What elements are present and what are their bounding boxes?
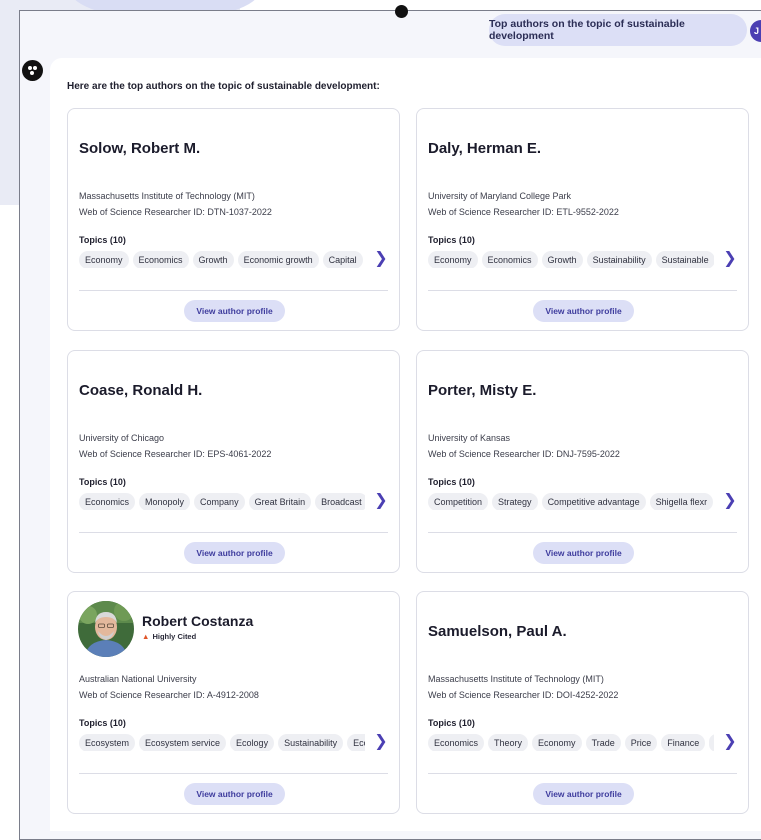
chevron-right-icon[interactable]: ❯ (721, 731, 739, 753)
topic-chip[interactable]: Strategy (492, 493, 538, 510)
researcher-id: Web of Science Researcher ID: ETL-9552-2… (428, 207, 619, 217)
assistant-icon (22, 60, 43, 81)
topic-chip[interactable]: Economics (132, 251, 189, 268)
topics-list: Economy Economics Growth Economic growth Cap… (79, 250, 365, 268)
author-name[interactable]: Solow, Robert M. (79, 140, 200, 157)
view-author-profile-button[interactable]: View author profile (533, 542, 634, 564)
researcher-id: Web of Science Researcher ID: DNJ-7595-2… (428, 449, 620, 459)
topic-chip[interactable]: Shigella flexr (649, 493, 714, 510)
author-card: Porter, Misty E. University of Kansas We… (416, 350, 749, 573)
topic-chip[interactable]: Ecosystem (79, 734, 136, 751)
author-card: Samuelson, Paul A. Massachusetts Institu… (416, 591, 749, 814)
author-affiliation: Massachusetts Institute of Technology (M… (79, 191, 255, 201)
highly-cited-badge: ▲ Highly Cited (142, 632, 196, 641)
highly-cited-label: Highly Cited (152, 632, 197, 641)
author-affiliation: University of Chicago (79, 433, 165, 443)
topic-chip[interactable]: Economy (428, 251, 478, 268)
topic-chip[interactable]: Sustainable (655, 251, 714, 268)
topic-chip[interactable]: Finance (661, 734, 706, 751)
divider (428, 290, 737, 291)
divider (428, 532, 737, 533)
topic-chip[interactable]: Economy (532, 734, 582, 751)
topic-chip[interactable]: Sustainability (586, 251, 652, 268)
author-affiliation: University of Kansas (428, 433, 511, 443)
author-card: Coase, Ronald H. University of Chicago W… (67, 350, 400, 573)
view-author-profile-button[interactable]: View author profile (184, 300, 285, 322)
topic-chip[interactable]: Capital (322, 251, 363, 268)
author-affiliation: Australian National University (79, 674, 197, 684)
topic-chip[interactable]: Trade (585, 734, 621, 751)
topics-label: Topics (10) (428, 477, 475, 487)
trophy-icon: ▲ (142, 632, 150, 641)
topic-chip[interactable]: Competitive advantage (541, 493, 646, 510)
topics-list: Competition Strategy Competitive advantage… (428, 492, 714, 510)
author-photo[interactable] (78, 601, 134, 657)
chevron-right-icon[interactable]: ❯ (372, 248, 390, 270)
topic-chip[interactable]: Ecology (230, 734, 275, 751)
topic-chip[interactable]: Ecosystem service (139, 734, 227, 751)
topics-label: Topics (10) (428, 718, 475, 728)
topic-chip[interactable]: Economics (428, 734, 485, 751)
author-card: Robert Costanza ▲ Highly Cited Australian… (67, 591, 400, 814)
topic-chip[interactable]: Monopoly (139, 493, 191, 510)
topics-label: Topics (10) (79, 718, 126, 728)
topics-label: Topics (10) (428, 235, 475, 245)
view-author-profile-button[interactable]: View author profile (184, 783, 285, 805)
view-author-profile-button[interactable]: View author profile (533, 300, 634, 322)
topics-list: Economics Monopoly Company Great Britain Bro… (79, 492, 365, 510)
author-affiliation: University of Maryland College Park (428, 191, 572, 201)
response-intro: Here are the top authors on the topic of… (67, 81, 380, 92)
assistant-response: Here are the top authors on the topic of… (50, 58, 761, 831)
topic-chip[interactable]: Growth (541, 251, 583, 268)
researcher-id: Web of Science Researcher ID: DOI-4252-2… (428, 690, 619, 700)
chevron-right-icon[interactable]: ❯ (372, 490, 390, 512)
researcher-id: Web of Science Researcher ID: A-4912-200… (79, 690, 259, 700)
topic-chip[interactable] (709, 734, 714, 751)
topic-chip[interactable]: Growth (192, 251, 234, 268)
author-affiliation: Massachusetts Institute of Technology (M… (428, 674, 604, 684)
mouse-cursor (395, 5, 408, 18)
topic-chip[interactable]: Sustainability (278, 734, 344, 751)
chevron-right-icon[interactable]: ❯ (721, 248, 739, 270)
divider (79, 290, 388, 291)
topic-chip[interactable]: Economy (79, 251, 129, 268)
author-card: Daly, Herman E. University of Maryland C… (416, 108, 749, 331)
topics-list: Economics Theory Economy Trade Price Finance (428, 733, 714, 751)
topic-chip[interactable]: Economics (79, 493, 136, 510)
chevron-right-icon[interactable]: ❯ (372, 731, 390, 753)
author-name[interactable]: Porter, Misty E. (428, 382, 536, 399)
divider (79, 773, 388, 774)
researcher-id: Web of Science Researcher ID: DTN-1037-2… (79, 207, 272, 217)
topic-chip[interactable]: Economics (481, 251, 538, 268)
author-name[interactable]: Daly, Herman E. (428, 140, 541, 157)
topics-list: Economy Economics Growth Sustainability Sust… (428, 250, 714, 268)
view-author-profile-button[interactable]: View author profile (533, 783, 634, 805)
view-author-profile-button[interactable]: View author profile (184, 542, 285, 564)
topic-chip[interactable]: Theory (488, 734, 529, 751)
researcher-id: Web of Science Researcher ID: EPS-4061-2… (79, 449, 272, 459)
topic-chip[interactable]: Ecc (347, 734, 365, 751)
author-name[interactable]: Robert Costanza (142, 613, 253, 629)
topics-label: Topics (10) (79, 235, 126, 245)
topic-chip[interactable]: Great Britain (248, 493, 312, 510)
topics-list: Ecosystem Ecosystem service Ecology Sustain… (79, 733, 365, 751)
divider (428, 773, 737, 774)
user-query-bubble: Top authors on the topic of sustainable … (489, 14, 747, 46)
author-card: Solow, Robert M. Massachusetts Institute… (67, 108, 400, 331)
topic-chip[interactable]: Broadcast (315, 493, 365, 510)
chevron-right-icon[interactable]: ❯ (721, 490, 739, 512)
topic-chip[interactable]: Competition (428, 493, 489, 510)
topic-chip[interactable]: Price (624, 734, 658, 751)
topic-chip[interactable]: Company (194, 493, 245, 510)
topics-label: Topics (10) (79, 477, 126, 487)
divider (79, 532, 388, 533)
topic-chip[interactable]: Economic growth (237, 251, 319, 268)
author-name[interactable]: Coase, Ronald H. (79, 382, 202, 399)
author-name[interactable]: Samuelson, Paul A. (428, 623, 567, 640)
